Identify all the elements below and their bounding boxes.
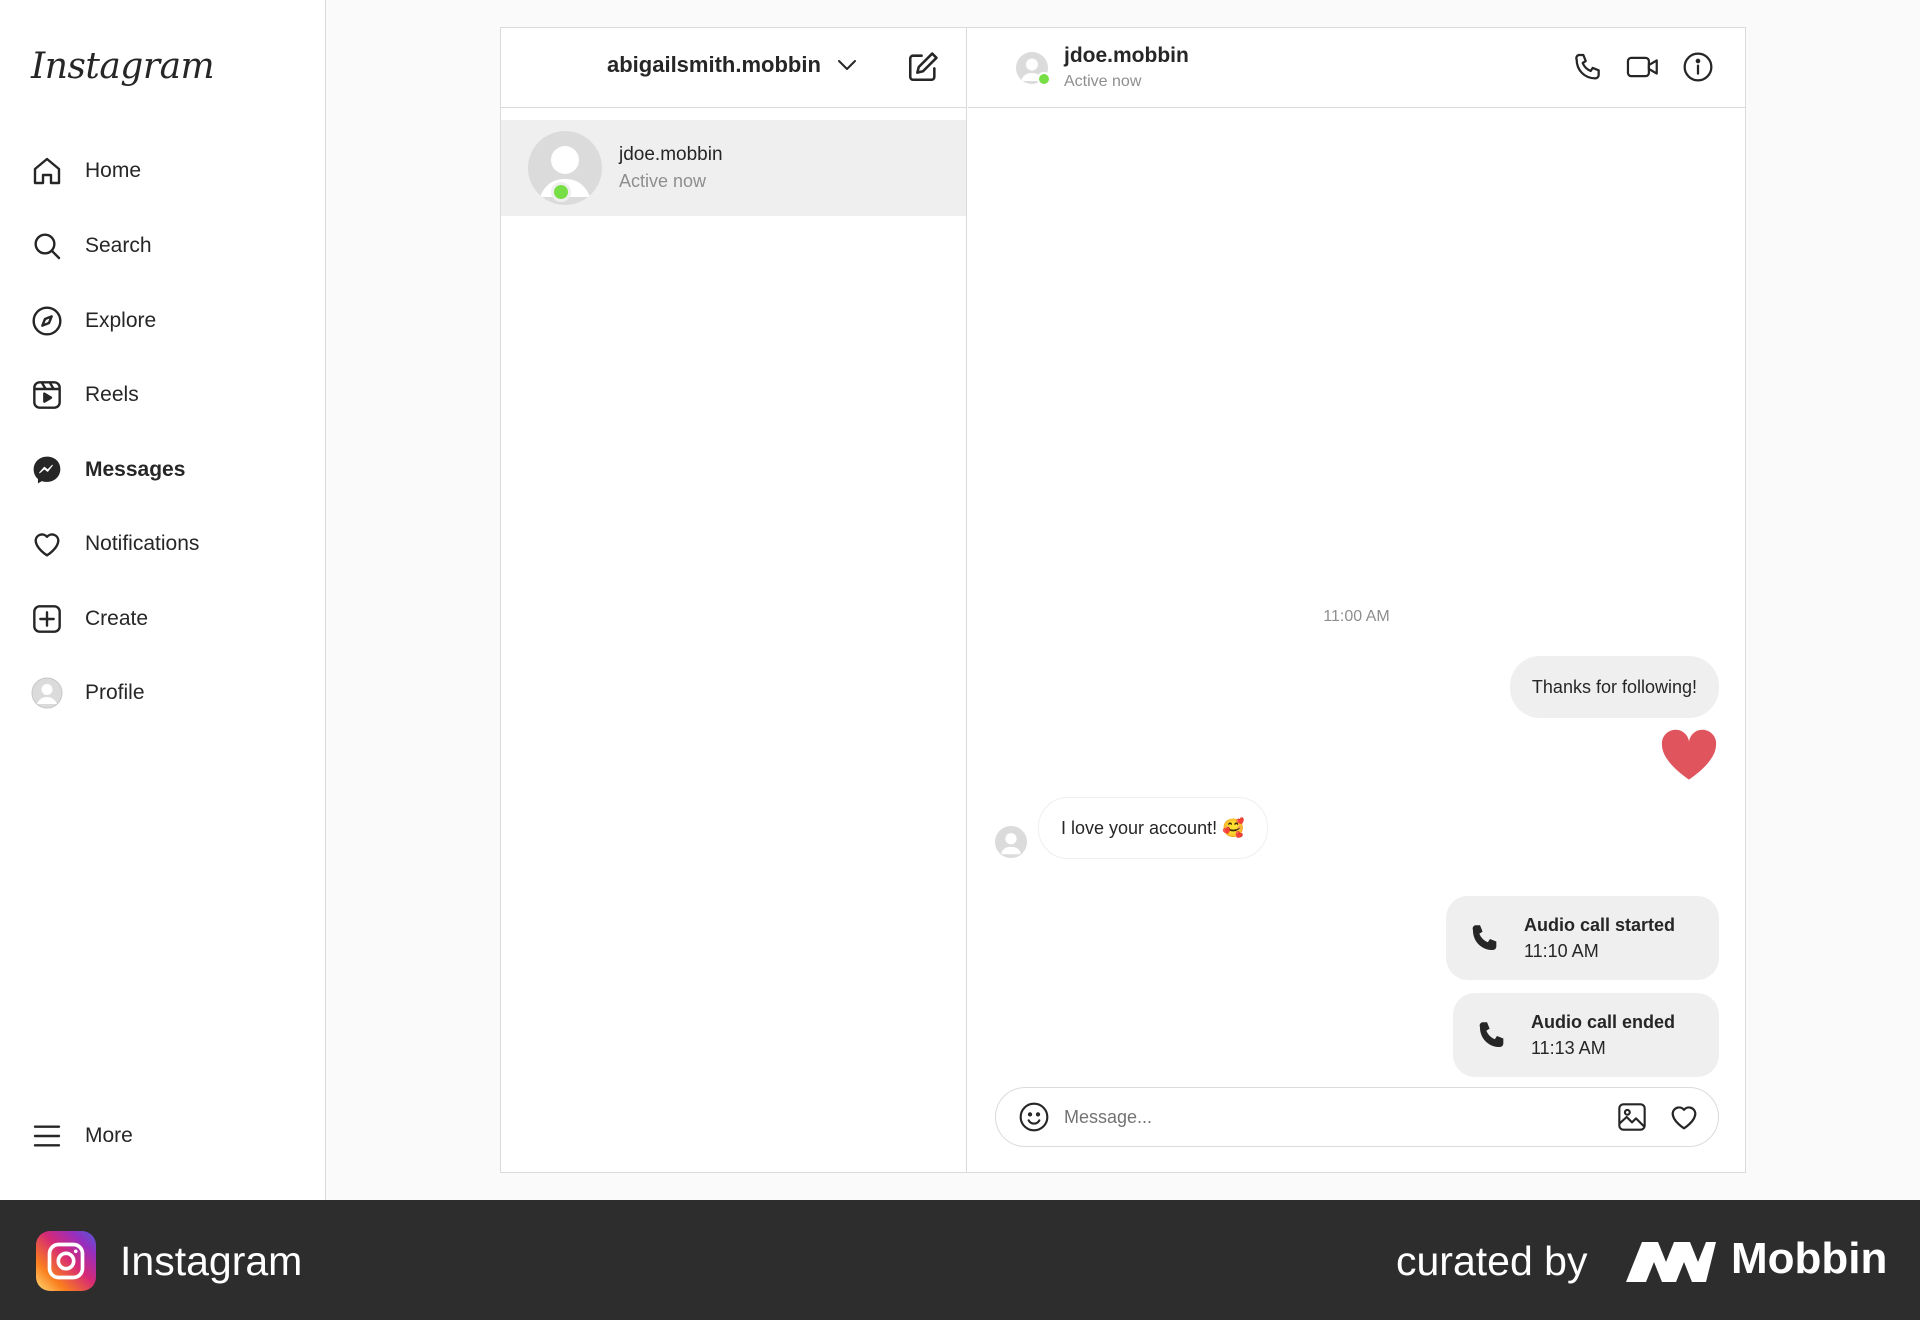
- mobbin-brand: Mobbin: [1731, 1234, 1888, 1283]
- sidebar-item-reels[interactable]: Reels: [30, 371, 300, 419]
- call-time: 11:13 AM: [1530, 1037, 1606, 1058]
- call-title: Audio call ended: [1530, 1011, 1675, 1032]
- sidebar-item-label: Notifications: [85, 532, 200, 555]
- sidebar-item-create[interactable]: Create: [30, 595, 300, 643]
- phone-icon: [1468, 921, 1502, 955]
- sidebar-item-search[interactable]: Search: [30, 222, 300, 270]
- sidebar-item-label: Messages: [85, 458, 186, 481]
- outgoing-message[interactable]: Thanks for following!: [1509, 656, 1719, 718]
- compose-icon[interactable]: [906, 50, 940, 89]
- sidebar-item-label: Profile: [85, 681, 145, 704]
- image-icon[interactable]: [1612, 1097, 1652, 1137]
- sidebar-item-profile[interactable]: Profile: [30, 669, 300, 717]
- incoming-message[interactable]: I love your account! 🥰: [1038, 797, 1268, 859]
- curated-by-label: curated by: [1396, 1238, 1588, 1284]
- sidebar-item-label: Reels: [85, 383, 139, 406]
- instagram-app-icon: [36, 1231, 96, 1291]
- account-name: abigailsmith.mobbin: [607, 52, 821, 77]
- thread-name: jdoe.mobbin: [619, 144, 723, 165]
- sidebar: Instagram Home Search Explore Reels Mess…: [0, 0, 326, 1200]
- chat-status: Active now: [1064, 73, 1142, 90]
- heart-icon[interactable]: [1664, 1097, 1704, 1137]
- sidebar-item-more[interactable]: More: [30, 1112, 300, 1160]
- call-title: Audio call started: [1523, 914, 1675, 935]
- online-indicator: [551, 182, 571, 202]
- sidebar-item-notifications[interactable]: Notifications: [30, 520, 300, 568]
- chat-header: jdoe.mobbin Active now: [968, 28, 1745, 108]
- info-icon[interactable]: [1681, 50, 1715, 84]
- avatar-icon: [30, 676, 64, 710]
- account-switcher[interactable]: abigailsmith.mobbin: [607, 52, 859, 78]
- inbox-header: abigailsmith.mobbin: [501, 28, 966, 108]
- heart-reaction-icon[interactable]: [1659, 728, 1719, 787]
- messages-panel: abigailsmith.mobbin jdoe.mobbin Active n…: [500, 27, 1746, 1173]
- phone-icon: [1475, 1018, 1509, 1052]
- chat-username[interactable]: jdoe.mobbin: [1064, 44, 1189, 68]
- search-icon: [30, 229, 64, 263]
- footer-banner: Instagram curated by Mobbin: [0, 1200, 1920, 1320]
- sidebar-item-label: Create: [85, 607, 149, 630]
- sidebar-item-label: Home: [85, 159, 142, 182]
- sidebar-item-explore[interactable]: Explore: [30, 297, 300, 345]
- plus-square-icon: [30, 602, 64, 636]
- messenger-icon: [30, 453, 64, 487]
- mobbin-logo-icon: [1626, 1238, 1716, 1289]
- thread-avatar: [501, 131, 602, 205]
- video-icon[interactable]: [1626, 50, 1660, 84]
- sidebar-item-home[interactable]: Home: [30, 147, 300, 195]
- message-input[interactable]: [1064, 1106, 1612, 1128]
- chat-window: jdoe.mobbin Active now 11:00 AM Thanks f…: [968, 28, 1745, 1172]
- call-started-bubble[interactable]: Audio call started 11:10 AM: [1445, 896, 1719, 980]
- reels-icon: [30, 378, 64, 412]
- instagram-logo[interactable]: Instagram: [31, 46, 215, 87]
- menu-icon: [30, 1119, 64, 1153]
- sidebar-item-label: Search: [85, 234, 152, 257]
- online-indicator: [1037, 72, 1051, 86]
- inbox-list: abigailsmith.mobbin jdoe.mobbin Active n…: [501, 28, 967, 1172]
- call-ended-bubble[interactable]: Audio call ended 11:13 AM: [1452, 993, 1719, 1077]
- sender-avatar[interactable]: [995, 826, 1027, 858]
- phone-icon[interactable]: [1571, 50, 1605, 84]
- home-icon: [30, 154, 64, 188]
- chevron-down-icon: [835, 53, 859, 77]
- call-time: 11:10 AM: [1523, 940, 1599, 961]
- sidebar-item-messages[interactable]: Messages: [30, 446, 300, 494]
- message-timestamp: 11:00 AM: [1323, 608, 1390, 625]
- heart-icon: [30, 527, 64, 561]
- compass-icon: [30, 304, 64, 338]
- sidebar-item-label: More: [85, 1124, 133, 1147]
- sidebar-item-label: Explore: [85, 309, 157, 332]
- thread-status: Active now: [619, 171, 707, 191]
- banner-app-name: Instagram: [120, 1238, 303, 1284]
- thread-item[interactable]: jdoe.mobbin Active now: [501, 120, 966, 216]
- message-composer: [995, 1087, 1719, 1147]
- emoji-icon[interactable]: [1014, 1097, 1054, 1137]
